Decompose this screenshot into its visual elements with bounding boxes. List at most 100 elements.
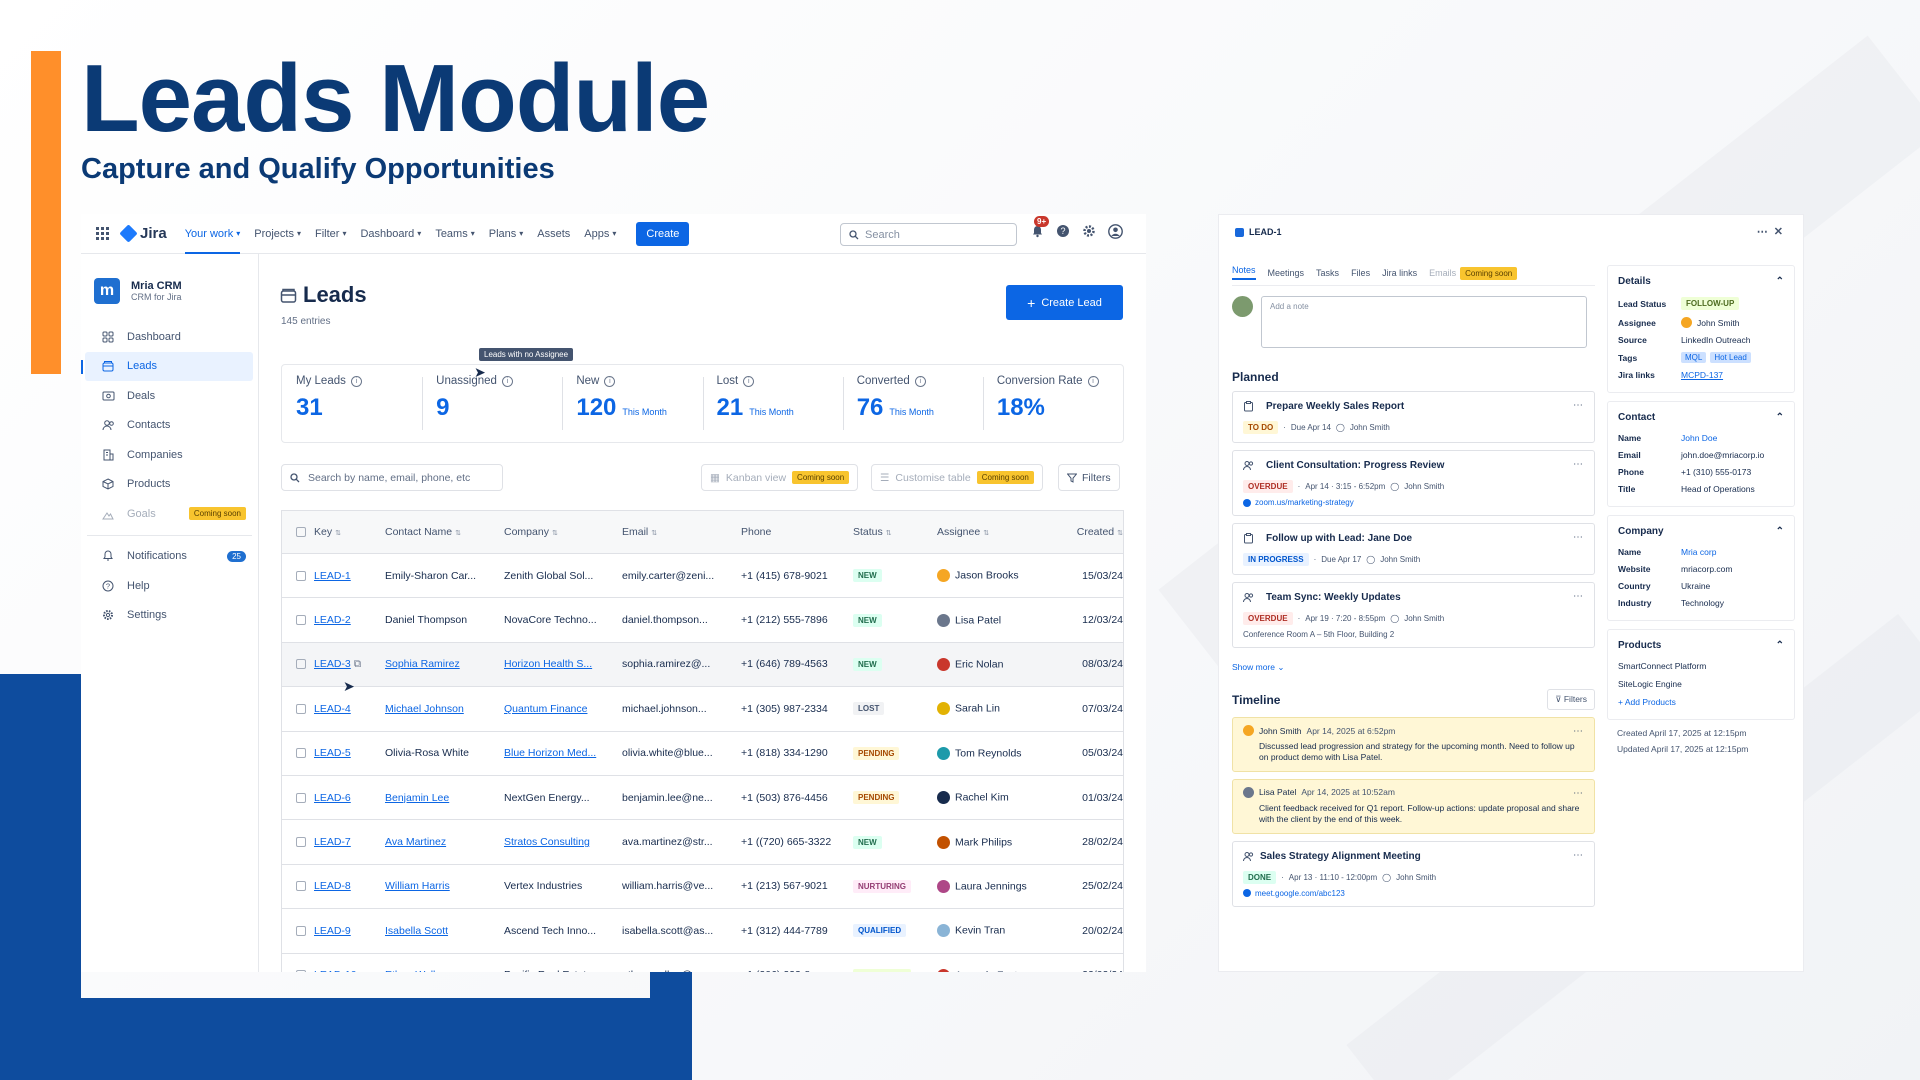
assignee-name[interactable]: Lisa Patel xyxy=(955,614,1001,626)
lead-key-link[interactable]: LEAD-3 xyxy=(314,658,351,670)
assignee-name[interactable]: Rachel Kim xyxy=(955,791,1009,803)
help-icon[interactable]: ? xyxy=(1055,223,1071,239)
more-icon[interactable]: ⋯ xyxy=(1573,532,1584,543)
status-badge[interactable]: QUALIFIED xyxy=(853,924,907,938)
contact-name-text[interactable]: Ava Martinez xyxy=(385,836,446,848)
create-lead-button[interactable]: + Create Lead xyxy=(1006,285,1123,320)
contact-field-value[interactable]: John Doe xyxy=(1681,433,1717,443)
notifications-bell-icon[interactable]: 9+ xyxy=(1029,216,1050,239)
timeline-filters-button[interactable]: ⊽ Filters xyxy=(1547,689,1595,710)
row-checkbox[interactable] xyxy=(282,748,314,759)
assignee-value[interactable]: John Smith xyxy=(1697,318,1740,328)
info-icon[interactable]: i xyxy=(1087,375,1099,387)
column-header-company[interactable]: Company ⇅ xyxy=(504,526,622,538)
sidebar-item-help[interactable]: ? Help xyxy=(81,571,258,601)
nav-plans[interactable]: Plans ▾ xyxy=(489,214,524,254)
tab-files[interactable]: Files xyxy=(1351,268,1370,278)
planned-card[interactable]: Client Consultation: Progress Review OVER… xyxy=(1232,450,1595,516)
contact-name-text[interactable]: Michael Johnson xyxy=(385,703,464,715)
status-badge[interactable]: PENDING xyxy=(853,746,900,760)
planned-card[interactable]: Team Sync: Weekly Updates OVERDUE · Apr 19 … xyxy=(1232,582,1595,648)
assignee-name[interactable]: Eric Nolan xyxy=(955,658,1003,670)
jira-logo[interactable]: Jira xyxy=(119,224,167,243)
contact-name-text[interactable]: Isabella Scott xyxy=(385,925,448,937)
status-badge[interactable]: NEW xyxy=(853,657,882,671)
table-row[interactable]: LEAD-6 Benjamin Lee NextGen Energy... benja… xyxy=(281,775,1124,821)
table-row[interactable]: LEAD-1 Emily-Sharon Car... Zenith Global S… xyxy=(281,554,1124,599)
more-icon[interactable]: ⋯ xyxy=(1573,400,1584,411)
row-checkbox[interactable] xyxy=(282,703,314,714)
table-row[interactable]: LEAD-2 Daniel Thompson NovaCore Techno... d… xyxy=(281,598,1124,643)
status-badge[interactable]: NURTURING xyxy=(853,879,911,893)
tab-meetings[interactable]: Meetings xyxy=(1268,268,1305,278)
assignee-name[interactable]: Sarah Lin xyxy=(955,703,1000,715)
assignee-name[interactable]: Mark Philips xyxy=(955,836,1012,848)
product-item[interactable]: SmartConnect Platform xyxy=(1618,661,1784,671)
jira-link[interactable]: MCPD-137 xyxy=(1681,370,1723,380)
product-item[interactable]: SiteLogic Engine xyxy=(1618,679,1784,689)
tag[interactable]: Hot Lead xyxy=(1710,352,1751,363)
lead-key-link[interactable]: LEAD-9 xyxy=(314,925,351,937)
info-icon[interactable]: i xyxy=(501,375,513,387)
global-search-input[interactable]: Search xyxy=(840,223,1017,246)
stat-card[interactable]: My Leads i 31 xyxy=(282,365,422,442)
sidebar-item-notifications[interactable]: Notifications 25 xyxy=(81,542,258,572)
table-row[interactable]: LEAD-9 Isabella Scott Ascend Tech Inno... i… xyxy=(281,909,1124,954)
status-badge[interactable]: NEW xyxy=(853,569,882,583)
chevron-up-icon[interactable]: ⌃ xyxy=(1776,640,1784,651)
tab-notes[interactable]: Notes xyxy=(1232,265,1256,280)
contact-name-text[interactable]: William Harris xyxy=(385,880,450,892)
leads-search-input[interactable]: Search by name, email, phone, etc xyxy=(281,464,503,491)
lead-key-link[interactable]: LEAD-1 xyxy=(314,570,351,582)
kanban-view-button[interactable]: ▦ Kanban view Coming soon xyxy=(701,464,859,491)
close-icon[interactable]: ✕ xyxy=(1774,226,1789,238)
table-row[interactable]: LEAD-4 Michael Johnson Quantum Finance mich… xyxy=(281,687,1124,732)
nav-your-work[interactable]: Your work ▾ xyxy=(184,214,241,254)
stat-card[interactable]: New i 120 This Month xyxy=(562,365,702,442)
tab-tasks[interactable]: Tasks xyxy=(1316,268,1339,278)
nav-assets[interactable]: Assets xyxy=(537,214,570,254)
row-checkbox[interactable] xyxy=(282,837,314,848)
status-badge[interactable]: FOLLOW-UP xyxy=(853,968,912,972)
more-icon[interactable]: ⋯ xyxy=(1573,788,1584,799)
stat-card[interactable]: Lost i 21 This Month xyxy=(702,365,843,442)
tag[interactable]: MQL xyxy=(1681,352,1707,363)
nav-filter[interactable]: Filter ▾ xyxy=(315,214,346,254)
more-icon[interactable]: ⋯ xyxy=(1573,459,1584,470)
meeting-link[interactable]: meet.google.com/abc123 xyxy=(1243,889,1584,898)
table-row[interactable]: LEAD-3 ⧉ Sophia Ramirez Horizon Health S..… xyxy=(281,642,1124,688)
row-checkbox[interactable] xyxy=(282,970,314,972)
assignee-name[interactable]: Tom Reynolds xyxy=(955,747,1022,759)
info-icon[interactable]: i xyxy=(743,375,755,387)
org-switcher[interactable]: m Mria CRM CRM for Jira xyxy=(94,278,258,304)
profile-avatar-icon[interactable] xyxy=(1107,223,1123,239)
column-header-contact-name[interactable]: Contact Name ⇅ xyxy=(385,526,504,538)
sidebar-item-products[interactable]: Products xyxy=(81,470,258,500)
column-header-assignee[interactable]: Assignee ⇅ xyxy=(937,526,1068,538)
chevron-up-icon[interactable]: ⌃ xyxy=(1776,412,1784,423)
company-name-text[interactable]: Stratos Consulting xyxy=(504,836,590,848)
copy-icon[interactable]: ⧉ xyxy=(351,658,362,670)
contact-name-text[interactable]: Benjamin Lee xyxy=(385,792,449,804)
assignee-name[interactable]: Jason Brooks xyxy=(955,569,1019,581)
info-icon[interactable]: i xyxy=(604,375,616,387)
column-header-email[interactable]: Email ⇅ xyxy=(622,526,741,538)
lead-key-link[interactable]: LEAD-2 xyxy=(314,614,351,626)
lead-key-link[interactable]: LEAD-6 xyxy=(314,792,351,804)
timeline-meeting-card[interactable]: Sales Strategy Alignment Meeting DONE · Ap… xyxy=(1232,840,1595,907)
table-row[interactable]: LEAD-8 William Harris Vertex Industries wil… xyxy=(281,864,1124,910)
filters-button[interactable]: Filters xyxy=(1058,464,1120,491)
row-checkbox[interactable] xyxy=(282,570,314,581)
lead-status-badge[interactable]: FOLLOW-UP xyxy=(1681,297,1740,310)
row-checkbox[interactable] xyxy=(282,925,314,936)
row-checkbox[interactable] xyxy=(282,792,314,803)
company-name-text[interactable]: Quantum Finance xyxy=(504,703,587,715)
more-icon[interactable]: ⋯ xyxy=(1573,850,1584,861)
lead-key-link[interactable]: LEAD-7 xyxy=(314,836,351,848)
status-badge[interactable]: NEW xyxy=(853,613,882,627)
lead-key-link[interactable]: LEAD-4 xyxy=(314,703,351,715)
meeting-link[interactable]: zoom.us/marketing-strategy xyxy=(1243,498,1584,507)
add-products-button[interactable]: + Add Products xyxy=(1618,697,1784,707)
status-badge[interactable]: LOST xyxy=(853,702,885,716)
stat-card[interactable]: Converted i 76 This Month xyxy=(842,365,983,442)
